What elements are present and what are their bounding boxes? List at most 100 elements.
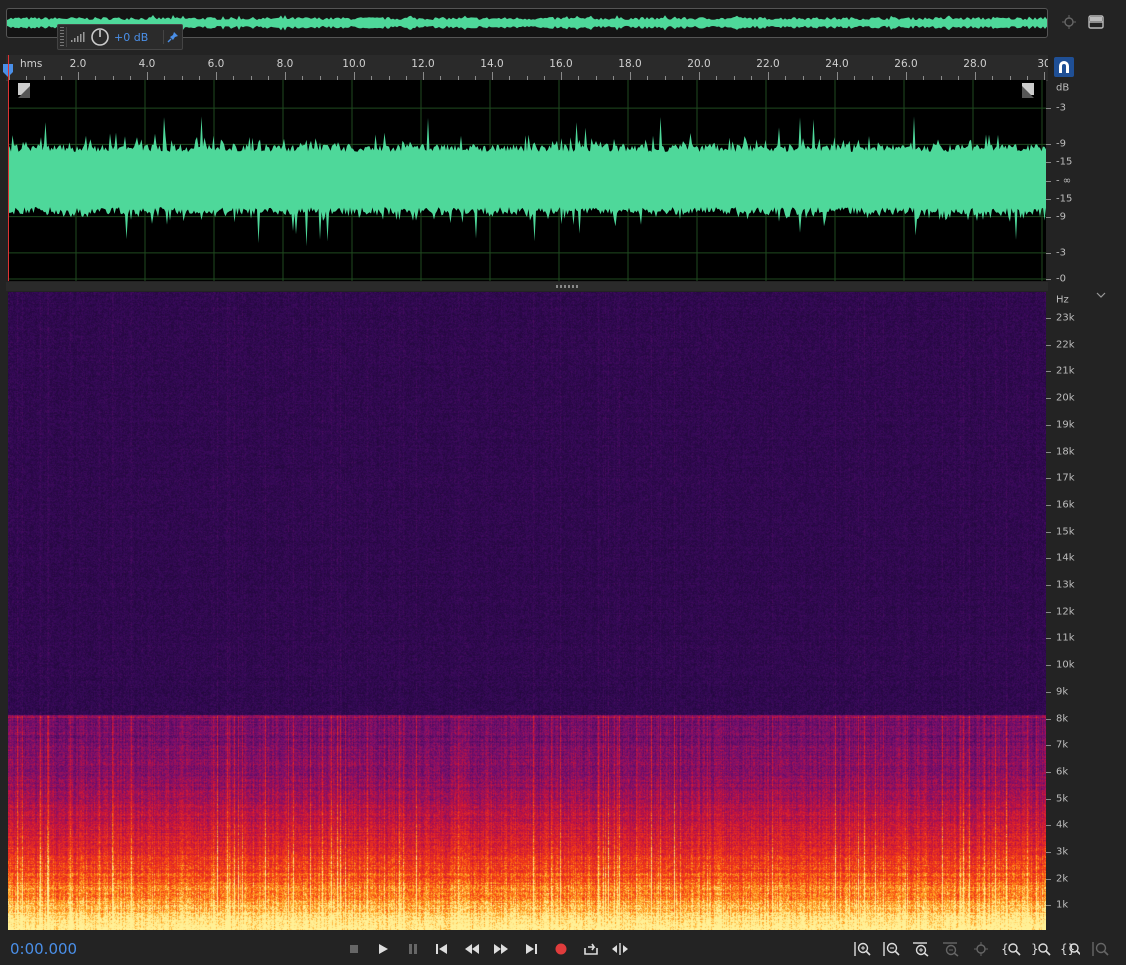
zoom-in-at-end-button[interactable]: } — [1031, 940, 1051, 958]
zoom-out-full-button[interactable]: {} — [1060, 940, 1080, 958]
chevron-down-icon[interactable] — [1096, 283, 1106, 298]
fast-forward-button[interactable] — [491, 940, 511, 958]
frequency-scale-label: 9k — [1056, 686, 1069, 698]
frequency-scale-label: 18k — [1056, 446, 1075, 457]
amplitude-scale[interactable]: dB -3 -9 -15 - ∞ -15 -9 -3 -0 — [1046, 80, 1096, 285]
ruler-tick-label: 26.0 — [894, 58, 918, 70]
ruler-tick — [147, 72, 148, 80]
frequency-scale-label: 14k — [1056, 552, 1075, 564]
frequency-scale-label: 3k — [1056, 846, 1069, 858]
frequency-scale-label: 19k — [1056, 419, 1075, 431]
zoom-in-end-icon: } — [1031, 942, 1051, 956]
ruler-tick-label: 4.0 — [138, 58, 156, 70]
zoom-selection-icon — [974, 942, 988, 956]
ruler-tick — [837, 72, 838, 80]
ruler-tick — [975, 72, 976, 80]
zoom-reset-button[interactable] — [1090, 940, 1110, 958]
amplitude-scale-label: -15 — [1056, 193, 1073, 205]
volume-knob-icon[interactable] — [90, 27, 110, 47]
time-ruler[interactable]: hms 2.0 4.0 6.0 8.0 10.0 12.0 14.0 16.0 18.0 20.0… — [6, 55, 1048, 81]
frequency-scale-label: 21k — [1056, 365, 1075, 377]
frequency-scale-label: 11k — [1056, 632, 1075, 644]
ruler-tick-label: 14.0 — [480, 58, 504, 70]
go-to-start-button[interactable] — [432, 940, 452, 958]
ruler-tick-label: 22.0 — [756, 58, 780, 70]
frequency-scale-label: 10k — [1056, 659, 1075, 671]
frequency-scale-tick — [1046, 318, 1051, 319]
skip-selection-button[interactable] — [610, 940, 630, 958]
ruler-tick — [78, 72, 79, 80]
hud-panel[interactable]: +0 dB — [57, 24, 183, 50]
ruler-tick — [216, 72, 217, 80]
zoom-to-selection-icon[interactable] — [1060, 13, 1078, 31]
waveform-display[interactable] — [8, 80, 1046, 281]
zoom-reset-icon — [1092, 942, 1109, 956]
frequency-scale-tick — [1046, 344, 1051, 346]
zoom-in-time-button[interactable] — [911, 940, 931, 958]
pause-button[interactable] — [403, 940, 423, 958]
ruler-tick-label: 18.0 — [618, 58, 642, 70]
frequency-scale-tick — [1046, 504, 1051, 506]
panel-splitter[interactable] — [6, 282, 1048, 291]
pause-icon — [409, 944, 417, 954]
rewind-button[interactable] — [462, 940, 482, 958]
go-to-end-button[interactable] — [521, 940, 541, 958]
amplitude-scale-tick — [1046, 180, 1051, 182]
frequency-scale-tick — [1046, 691, 1051, 693]
frequency-scale-label: 2k — [1056, 873, 1069, 885]
record-button[interactable] — [551, 940, 571, 958]
ruler-tick-label: 30 — [1037, 58, 1048, 70]
pin-hud-button[interactable] — [163, 30, 182, 44]
frequency-scale-label: 22k — [1056, 339, 1075, 351]
amplitude-scale-label: -0 — [1056, 273, 1066, 285]
level-meter-icon — [71, 32, 85, 42]
frequency-scale-tick — [1046, 611, 1051, 613]
view-options-icon[interactable] — [1087, 13, 1105, 31]
frequency-scale-label: 15k — [1056, 526, 1075, 538]
frequency-scale-tick — [1046, 531, 1051, 533]
hud-grip-handle[interactable] — [58, 27, 67, 47]
frequency-scale-label: 12k — [1056, 606, 1075, 618]
play-icon — [379, 944, 388, 954]
zoom-in-at-start-button[interactable]: { — [1001, 940, 1021, 958]
loop-icon — [584, 943, 598, 955]
stop-button[interactable] — [344, 940, 364, 958]
frequency-scale-tick — [1046, 585, 1051, 586]
ruler-tick-label: 10.0 — [342, 58, 366, 70]
fade-in-handle[interactable] — [18, 83, 30, 98]
stop-icon — [350, 945, 358, 953]
fade-out-handle[interactable] — [1022, 83, 1034, 98]
zoom-out-amplitude-button[interactable] — [881, 940, 901, 958]
spectral-display[interactable] — [8, 292, 1046, 930]
frequency-scale-tick — [1046, 718, 1051, 720]
ruler-tick-label: 12.0 — [411, 58, 435, 70]
play-button[interactable] — [373, 940, 393, 958]
timecode-display[interactable]: 0:00.000 — [10, 940, 77, 958]
frequency-scale[interactable]: Hz 23k 22k 21k 20k 19k 18k 17k 16k 15k 14k 13k 12k 1… — [1046, 292, 1106, 930]
loop-playback-button[interactable] — [581, 940, 601, 958]
frequency-scale-label: 20k — [1056, 392, 1075, 404]
frequency-scale-tick — [1046, 638, 1051, 640]
zoom-in-amplitude-button[interactable] — [852, 940, 872, 958]
zoom-out-full-icon: {} — [1060, 942, 1080, 956]
zoom-out-time-button[interactable] — [941, 940, 961, 958]
frequency-scale-label: 23k — [1056, 312, 1075, 324]
zoom-to-selection-button[interactable] — [971, 940, 991, 958]
ruler-tick — [423, 72, 424, 80]
fast-forward-icon — [494, 944, 508, 954]
amplitude-scale-tick — [1046, 144, 1051, 146]
gain-value[interactable]: +0 dB — [114, 31, 148, 44]
svg-text:{: { — [1001, 942, 1009, 956]
svg-text:}: } — [1031, 942, 1039, 956]
zoom-in-amplitude-icon — [854, 942, 871, 956]
skip-back-icon — [436, 944, 447, 954]
ruler-tick-label: 20.0 — [687, 58, 711, 70]
snap-toggle-button[interactable] — [1054, 57, 1074, 77]
frequency-scale-label: 8k — [1056, 713, 1069, 724]
ruler-tick-label: 8.0 — [276, 58, 294, 70]
amplitude-scale-tick — [1046, 252, 1051, 254]
frequency-unit-label: Hz — [1056, 294, 1069, 306]
ruler-tick — [492, 72, 493, 80]
ruler-tick-label: 6.0 — [207, 58, 225, 70]
frequency-scale-label: 17k — [1056, 472, 1075, 484]
